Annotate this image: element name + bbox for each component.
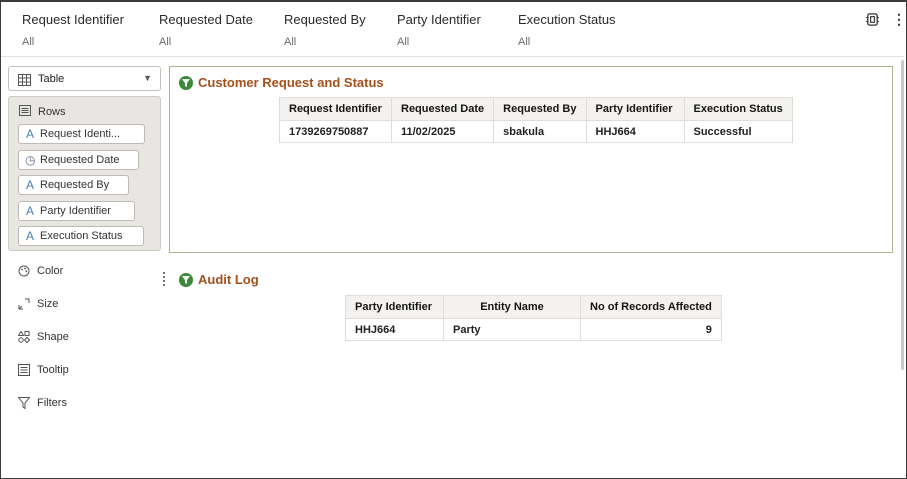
filter-funnel-icon <box>179 75 193 90</box>
grammar-label: Tooltip <box>37 364 69 376</box>
settings-icon[interactable] <box>865 12 880 30</box>
resize-icon <box>18 298 30 310</box>
column-header[interactable]: Execution Status <box>683 97 793 121</box>
table-cell[interactable]: 9 <box>580 318 722 341</box>
pill-label: Requested Date <box>40 154 120 166</box>
visualization-type-select[interactable]: Table ▼ <box>8 66 161 91</box>
column-header[interactable]: Party Identifier <box>345 295 444 319</box>
rows-label: Rows <box>38 106 66 118</box>
palette-icon <box>18 265 30 277</box>
filter-requested-date[interactable]: Requested Date All <box>159 12 253 48</box>
rows-icon <box>19 105 31 119</box>
filter-label: Request Identifier <box>22 12 124 27</box>
text-attribute-icon: A <box>25 229 34 243</box>
chevron-down-icon: ▼ <box>143 73 152 83</box>
filter-label: Execution Status <box>518 12 616 27</box>
viz-title-text: Audit Log <box>198 272 259 287</box>
rows-drop-target[interactable]: Rows A Request Identi... ◷ Requested Dat… <box>8 96 161 251</box>
filter-value[interactable]: All <box>284 36 366 48</box>
table-row[interactable]: 1739269750887 11/02/2025 sbakula HHJ664 … <box>279 120 793 143</box>
table-header-row: Request Identifier Requested Date Reques… <box>279 97 793 121</box>
filter-request-identifier[interactable]: Request Identifier All <box>22 12 124 48</box>
column-header[interactable]: Party Identifier <box>585 97 685 121</box>
audit-log-title: Audit Log <box>179 272 259 287</box>
filter-funnel-icon <box>179 272 193 287</box>
rows-item-execution-status[interactable]: A Execution Status <box>18 226 144 246</box>
filter-label: Party Identifier <box>397 12 481 27</box>
grammar-label: Color <box>37 265 64 277</box>
pill-label: Request Identi... <box>40 128 121 140</box>
grammar-label: Shape <box>37 331 69 343</box>
filter-label: Requested Date <box>159 12 253 27</box>
viz-title-text: Customer Request and Status <box>198 75 384 90</box>
column-header[interactable]: No of Records Affected <box>580 295 722 319</box>
grammar-filters[interactable]: Filters <box>18 397 67 409</box>
rows-item-party-identifier[interactable]: A Party Identifier <box>18 201 135 221</box>
grammar-label: Filters <box>37 397 67 409</box>
filter-value[interactable]: All <box>397 36 481 48</box>
more-vertical-icon[interactable]: ⋮ <box>892 11 906 28</box>
column-header[interactable]: Request Identifier <box>279 97 392 121</box>
grammar-size[interactable]: Size <box>18 298 58 310</box>
table-cell[interactable]: sbakula <box>493 120 587 143</box>
column-header[interactable]: Requested Date <box>390 97 495 121</box>
table-cell[interactable]: 1739269750887 <box>279 120 392 143</box>
pill-label: Party Identifier <box>40 205 111 217</box>
grammar-label: Size <box>37 298 59 310</box>
text-attribute-icon: A <box>25 178 34 192</box>
column-header[interactable]: Requested By <box>493 97 587 121</box>
customer-request-title: Customer Request and Status <box>179 75 384 90</box>
table-cell[interactable]: HHJ664 <box>585 120 685 143</box>
text-attribute-icon: A <box>25 127 34 141</box>
customer-request-table: Request Identifier Requested Date Reques… <box>279 97 793 143</box>
text-attribute-icon: A <box>25 204 34 218</box>
pill-label: Execution Status <box>40 230 123 242</box>
table-icon <box>18 73 31 91</box>
table-cell[interactable]: Successful <box>683 120 793 143</box>
visualization-type-label: Table <box>38 73 65 85</box>
filter-party-identifier[interactable]: Party Identifier All <box>397 12 481 48</box>
customer-request-viz[interactable] <box>169 66 893 253</box>
shape-icon <box>18 331 30 343</box>
rows-item-requested-date[interactable]: ◷ Requested Date <box>18 150 139 170</box>
table-cell[interactable]: 11/02/2025 <box>390 120 495 143</box>
table-cell[interactable]: HHJ664 <box>345 318 444 341</box>
table-header-row: Party Identifier Entity Name No of Recor… <box>345 295 722 319</box>
grammar-tooltip[interactable]: Tooltip <box>18 364 69 376</box>
table-cell[interactable]: Party <box>443 318 581 341</box>
tooltip-icon <box>18 364 30 376</box>
table-row[interactable]: HHJ664 Party 9 <box>345 318 722 341</box>
column-header[interactable]: Entity Name <box>443 295 581 319</box>
filter-bar: Request Identifier All Requested Date Al… <box>1 2 906 57</box>
filter-label: Requested By <box>284 12 366 27</box>
grammar-color[interactable]: Color <box>18 265 63 277</box>
panel-resize-handle[interactable] <box>163 272 165 286</box>
vertical-scrollbar[interactable] <box>900 58 905 478</box>
filter-value[interactable]: All <box>159 36 253 48</box>
rows-item-requested-by[interactable]: A Requested By <box>18 175 129 195</box>
filter-value[interactable]: All <box>518 36 616 48</box>
filter-requested-by[interactable]: Requested By All <box>284 12 366 48</box>
filter-icon <box>18 397 30 409</box>
filter-execution-status[interactable]: Execution Status All <box>518 12 616 48</box>
audit-log-table: Party Identifier Entity Name No of Recor… <box>345 295 722 341</box>
grammar-shape[interactable]: Shape <box>18 331 69 343</box>
pill-label: Requested By <box>40 179 110 191</box>
clock-icon: ◷ <box>25 153 36 167</box>
rows-header: Rows <box>19 105 66 119</box>
filter-value[interactable]: All <box>22 36 124 48</box>
scrollbar-thumb[interactable] <box>901 60 904 370</box>
rows-item-request-identifier[interactable]: A Request Identi... <box>18 124 145 144</box>
